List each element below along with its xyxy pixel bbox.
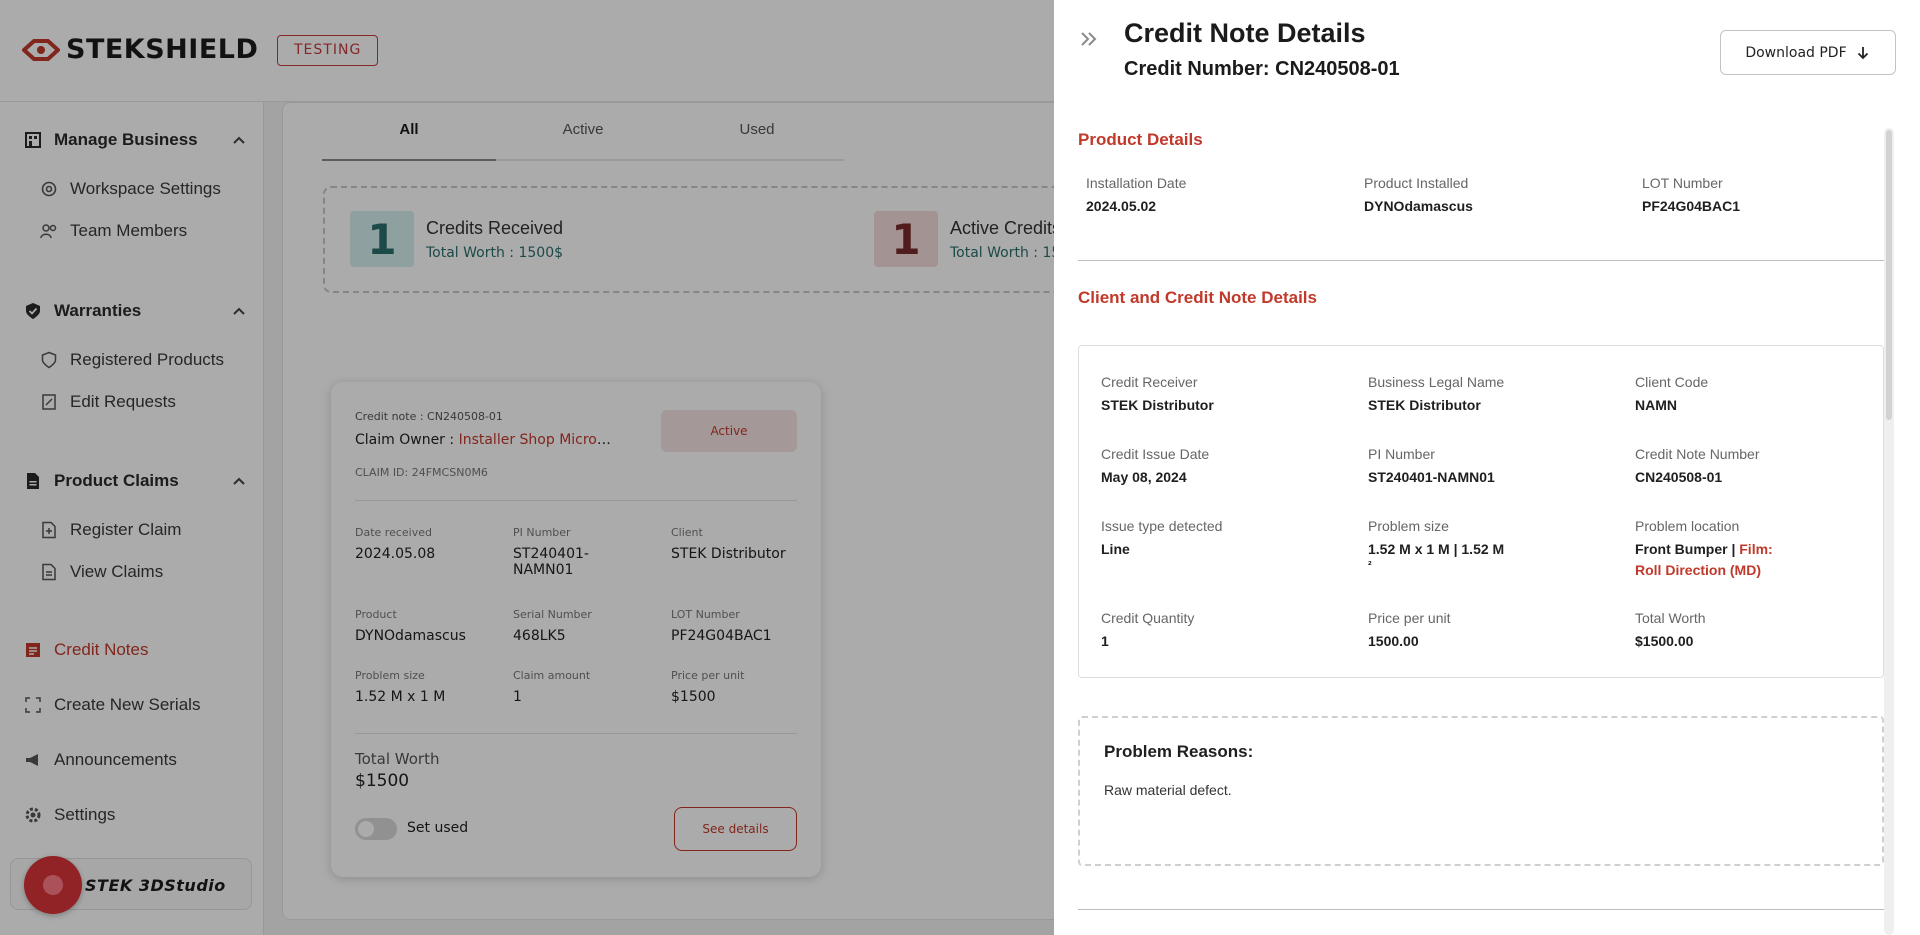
detail-value: $1500.00: [1635, 633, 1694, 649]
detail-label: Installation Date: [1086, 175, 1187, 191]
client-details-box: [1078, 345, 1884, 678]
product-details-heading: Product Details: [1078, 130, 1203, 149]
detail-value: STEK Distributor: [1101, 397, 1214, 413]
detail-value-continuation: Roll Direction (MD): [1635, 562, 1761, 578]
drawer-subtitle: Credit Number: CN240508-01: [1124, 58, 1400, 80]
detail-value: 1.52 M x 1 M | 1.52 M: [1368, 541, 1505, 557]
detail-value: PF24G04BAC1: [1642, 198, 1741, 214]
detail-label: Problem location: [1635, 518, 1740, 534]
detail-value: NAMN: [1635, 397, 1677, 413]
problem-reasons-text: Raw material defect.: [1104, 782, 1232, 798]
detail-value: CN240508-01: [1635, 469, 1723, 485]
detail-value-continuation: ²: [1368, 560, 1372, 572]
detail-value: May 08, 2024: [1101, 469, 1187, 485]
download-label: Download PDF: [1745, 44, 1847, 61]
detail-label: Credit Quantity: [1101, 610, 1195, 626]
detail-label: Issue type detected: [1101, 518, 1223, 534]
section-divider: [1078, 260, 1884, 261]
problem-reasons-title: Problem Reasons:: [1104, 742, 1254, 761]
location-part: Front Bumper |: [1635, 541, 1740, 557]
detail-label: Price per unit: [1368, 610, 1451, 626]
detail-label: Product Installed: [1364, 175, 1469, 191]
detail-label: Total Worth: [1635, 610, 1706, 626]
detail-label: Business Legal Name: [1368, 374, 1505, 390]
detail-label: PI Number: [1368, 446, 1435, 462]
detail-label: Problem size: [1368, 518, 1449, 534]
credit-note-drawer: Credit Note Details Credit Number: CN240…: [1054, 0, 1920, 935]
detail-label: Client Code: [1635, 374, 1709, 390]
section-divider: [1078, 909, 1884, 910]
detail-value: 2024.05.02: [1086, 198, 1157, 214]
download-pdf-button[interactable]: Download PDF: [1720, 30, 1896, 75]
drawer-scrollbar-thumb[interactable]: [1886, 130, 1892, 420]
detail-label: Credit Note Number: [1635, 446, 1760, 462]
detail-value: DYNOdamascus: [1364, 198, 1473, 214]
detail-label: Credit Receiver: [1101, 374, 1198, 390]
double-chevron-right-icon[interactable]: [1078, 28, 1100, 50]
detail-value: 1500.00: [1368, 633, 1419, 649]
client-details-heading: Client and Credit Note Details: [1078, 288, 1317, 307]
detail-value: ST240401-NAMN01: [1368, 469, 1495, 485]
detail-value: Line: [1101, 541, 1130, 557]
detail-label: LOT Number: [1642, 175, 1723, 191]
detail-value: 1: [1101, 633, 1109, 649]
detail-value: STEK Distributor: [1368, 397, 1481, 413]
location-highlight: Film:: [1739, 541, 1773, 557]
detail-label: Credit Issue Date: [1101, 446, 1210, 462]
detail-value: Front Bumper | Film:: [1635, 541, 1773, 557]
drawer-title: Credit Note Details: [1124, 18, 1366, 48]
arrow-down-icon: [1857, 46, 1868, 59]
